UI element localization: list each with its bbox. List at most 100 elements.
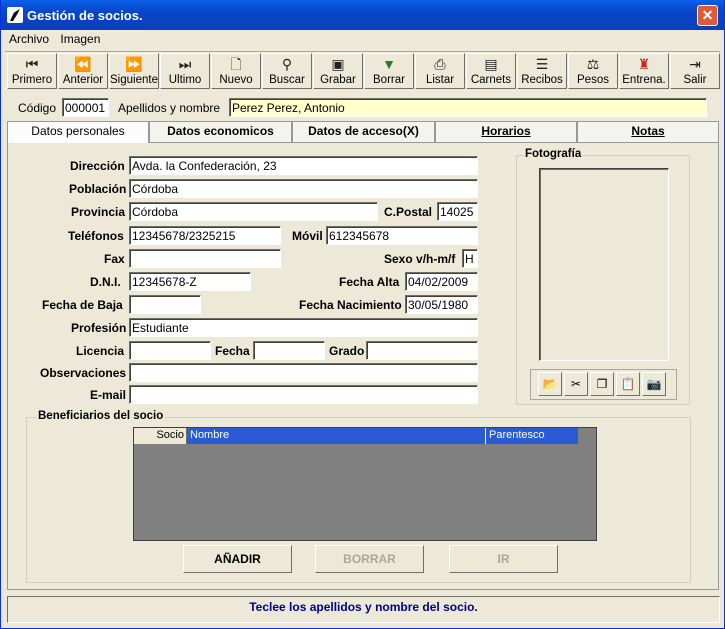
weights-label: Pesos xyxy=(577,74,609,86)
column-header-socio[interactable]: Socio xyxy=(134,428,187,444)
dni-label: D.N.I. xyxy=(90,275,121,289)
binoculars-icon: ⚲ xyxy=(281,56,293,72)
grado-field[interactable] xyxy=(366,341,478,360)
poblacion-label: Población xyxy=(69,182,127,196)
menu-imagen[interactable]: Imagen xyxy=(56,31,104,47)
tab-horarios[interactable]: Horarios xyxy=(435,121,577,142)
list-button[interactable]: ⎙ Listar xyxy=(415,53,465,89)
photo-paste-button[interactable]: 📋 xyxy=(616,372,640,396)
observaciones-field[interactable] xyxy=(129,363,478,382)
telefonos-label: Teléfonos xyxy=(68,229,124,243)
provincia-label: Provincia xyxy=(71,205,126,219)
photo-copy-button[interactable]: ❐ xyxy=(590,372,614,396)
photo-frame[interactable] xyxy=(539,168,669,361)
first-button[interactable]: ⏮ Primero xyxy=(7,53,57,89)
profesion-field[interactable]: Estudiante xyxy=(129,318,478,337)
fecha-baja-field[interactable] xyxy=(129,295,201,314)
delete-beneficiary-button[interactable]: BORRAR xyxy=(315,545,424,573)
sexo-label: Sexo v/h-m/f xyxy=(384,252,456,266)
app-icon xyxy=(7,7,23,23)
delete-button[interactable]: ▼ Borrar xyxy=(364,53,414,89)
next-button[interactable]: ⏩ Siguiente xyxy=(109,53,159,89)
poblacion-field[interactable]: Córdoba xyxy=(129,179,478,198)
exit-door-icon: ⇥ xyxy=(689,56,701,72)
beneficiarios-title: Beneficiarios del socio xyxy=(36,410,166,422)
close-button[interactable]: ✕ xyxy=(697,5,718,26)
scale-icon: ⚖ xyxy=(586,56,600,72)
printer-icon: ⎙ xyxy=(434,56,446,72)
fecha-nacimiento-label: Fecha Nacimiento xyxy=(299,298,402,312)
next-label: Siguiente xyxy=(110,74,158,86)
photo-cut-button[interactable]: ✂ xyxy=(564,372,588,396)
menu-archivo[interactable]: Archivo xyxy=(5,31,53,47)
fax-label: Fax xyxy=(104,252,125,266)
add-button[interactable]: AÑADIR xyxy=(183,545,292,573)
trainer-button[interactable]: ♜ Entrena. xyxy=(619,53,669,89)
save-disk-icon: ▣ xyxy=(331,56,345,72)
first-icon: ⏮ xyxy=(25,56,39,72)
cards-label: Carnets xyxy=(470,74,512,86)
tab-datos-personales[interactable]: Datos personales xyxy=(7,121,149,143)
trainer-icon: ♜ xyxy=(637,56,651,72)
weights-button[interactable]: ⚖ Pesos xyxy=(568,53,618,89)
nombre-label: Apellidos y nombre xyxy=(118,101,221,115)
nombre-field[interactable]: Perez Perez, Antonio xyxy=(229,98,707,117)
receipt-icon: ☰ xyxy=(535,56,549,72)
trainer-label: Entrena. xyxy=(622,74,666,86)
previous-icon: ⏪ xyxy=(74,56,92,72)
new-button[interactable]: 🗋 Nuevo xyxy=(211,53,261,89)
previous-button[interactable]: ⏪ Anterior xyxy=(58,53,108,89)
open-folder-icon: 📂 xyxy=(542,377,558,391)
email-field[interactable] xyxy=(129,385,478,404)
column-header-parentesco[interactable]: Parentesco xyxy=(486,428,578,444)
cpostal-field[interactable]: 14025 xyxy=(437,202,478,221)
tab-datos-economicos[interactable]: Datos economicos xyxy=(149,121,292,142)
trash-icon: ▼ xyxy=(382,56,396,72)
tab-datos-economicos-label: Datos economicos xyxy=(167,124,274,138)
sexo-field[interactable]: H xyxy=(462,249,478,268)
receipts-label: Recibos xyxy=(521,74,563,86)
search-label: Buscar xyxy=(269,74,305,86)
codigo-label: Código xyxy=(18,101,57,115)
column-header-nombre[interactable]: Nombre xyxy=(187,428,486,444)
go-button[interactable]: IR xyxy=(449,545,558,573)
licencia-field[interactable] xyxy=(129,341,211,360)
photo-title: Fotografía xyxy=(523,148,584,160)
telefonos-field[interactable]: 12345678/2325215 xyxy=(129,226,281,245)
last-label: Ultimo xyxy=(168,74,202,86)
list-label: Listar xyxy=(425,74,455,86)
tab-datos-acceso[interactable]: Datos de acceso(X) xyxy=(292,121,435,142)
cut-icon: ✂ xyxy=(570,377,582,391)
beneficiarios-table[interactable]: Socio Nombre Parentesco xyxy=(133,427,597,541)
menu-bar: Archivo Imagen xyxy=(5,31,104,49)
tab-notas-label: Notas xyxy=(631,124,665,138)
fecha-alta-label: Fecha Alta xyxy=(339,275,400,289)
tab-notas[interactable]: Notas xyxy=(577,121,719,142)
licencia-label: Licencia xyxy=(76,344,125,358)
profesion-label: Profesión xyxy=(71,321,127,335)
new-label: Nuevo xyxy=(219,74,253,86)
tab-datos-personales-label: Datos personales xyxy=(31,124,125,138)
direccion-field[interactable]: Avda. la Confederación, 23 xyxy=(129,156,478,175)
photo-camera-button[interactable]: 📷 xyxy=(642,372,666,396)
last-button[interactable]: ⏭ Ultimo xyxy=(160,53,210,89)
fecha-nacimiento-field[interactable]: 30/05/1980 xyxy=(405,295,478,314)
fecha-field[interactable] xyxy=(253,341,325,360)
movil-field[interactable]: 612345678 xyxy=(326,226,478,245)
exit-label: Salir xyxy=(683,74,707,86)
previous-label: Anterior xyxy=(62,74,104,86)
copy-icon: ❐ xyxy=(596,377,608,391)
fecha-alta-field[interactable]: 04/02/2009 xyxy=(405,272,478,291)
dni-field[interactable]: 12345678-Z xyxy=(129,272,251,291)
window-title: Gestión de socios. xyxy=(27,8,143,23)
receipts-button[interactable]: ☰ Recibos xyxy=(517,53,567,89)
photo-open-button[interactable]: 📂 xyxy=(538,372,562,396)
provincia-field[interactable]: Córdoba xyxy=(129,202,378,221)
fax-field[interactable] xyxy=(129,249,281,268)
new-document-icon: 🗋 xyxy=(230,56,242,72)
exit-button[interactable]: ⇥ Salir xyxy=(670,53,720,89)
search-button[interactable]: ⚲ Buscar xyxy=(262,53,312,89)
save-button[interactable]: ▣ Grabar xyxy=(313,53,363,89)
codigo-field[interactable]: 000001 xyxy=(62,98,109,117)
cards-button[interactable]: ▤ Carnets xyxy=(466,53,516,89)
